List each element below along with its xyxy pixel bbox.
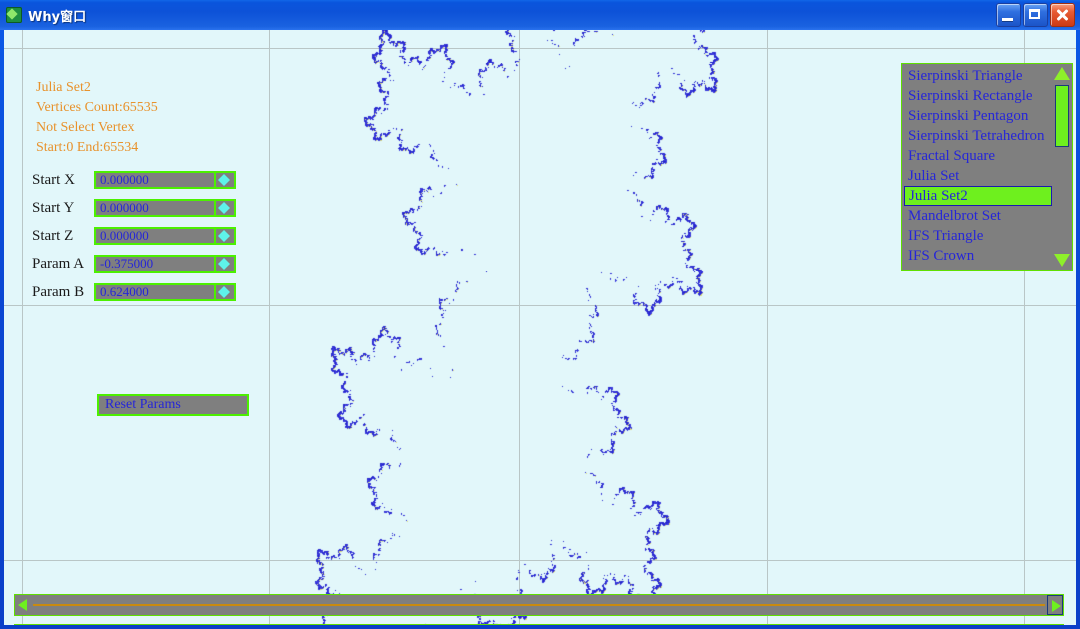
info-line-range: Start:0 End:65534 [36,140,139,155]
param-row-start-x: Start X 0.000000 [32,170,236,190]
parameter-panel: Start X 0.000000 Start Y 0.000000 Start … [32,170,236,310]
window-title: Why窗口 [28,9,87,25]
param-row-param-b: Param B 0.624000 [32,282,236,302]
param-input-start-x[interactable]: 0.000000 [94,171,216,189]
spinner-down-icon[interactable] [218,180,230,186]
close-button[interactable] [1050,3,1075,27]
info-line-fractal-name: Julia Set2 [36,80,91,95]
minimize-button[interactable] [996,3,1021,27]
param-spinner-start-z[interactable] [216,227,236,245]
client-area: Julia Set2 Vertices Count:65535 Not Sele… [4,30,1076,625]
spinner-down-icon[interactable] [218,236,230,242]
param-input-param-a[interactable]: -0.375000 [94,255,216,273]
range-start-right-button[interactable] [1047,595,1063,615]
param-spinner-param-b[interactable] [216,283,236,301]
param-label-start-x: Start X [32,171,75,188]
info-overlay: Julia Set2 Vertices Count:65535 Not Sele… [36,78,158,158]
list-item-sierpinski-triangle[interactable]: Sierpinski Triangle [904,66,1052,86]
param-value-param-a: -0.375000 [100,256,154,271]
arrow-right-icon [1052,600,1061,612]
listbox-scroll-thumb[interactable] [1055,85,1069,147]
range-end-scrollbar[interactable] [14,624,1064,625]
list-item-ifs-triangle[interactable]: IFS Triangle [904,226,1052,246]
reset-params-button[interactable]: Reset Params [97,394,249,416]
list-item-sierpinski-pentagon[interactable]: Sierpinski Pentagon [904,106,1052,126]
list-item-fractal-square[interactable]: Fractal Square [904,146,1052,166]
reset-params-label: Reset Params [105,397,181,412]
param-value-param-b: 0.624000 [100,284,149,299]
maximize-button[interactable] [1023,3,1048,27]
range-start-left-button[interactable] [15,595,31,615]
fractal-type-list: Sierpinski Triangle Sierpinski Rectangle… [904,66,1052,266]
param-row-start-y: Start Y 0.000000 [32,198,236,218]
param-label-param-a: Param A [32,255,85,272]
listbox-scrollbar[interactable] [1053,65,1071,269]
list-item-julia-set2[interactable]: Julia Set2 [904,186,1052,206]
range-start-scrollbar[interactable] [14,594,1064,616]
param-value-start-y: 0.000000 [100,200,149,215]
param-input-param-b[interactable]: 0.624000 [94,283,216,301]
list-item-julia-set[interactable]: Julia Set [904,166,1052,186]
param-value-start-z: 0.000000 [100,228,149,243]
list-item-sierpinski-rectangle[interactable]: Sierpinski Rectangle [904,86,1052,106]
param-input-start-y[interactable]: 0.000000 [94,199,216,217]
info-line-vertices-count: Vertices Count:65535 [36,100,158,115]
minimize-icon [997,4,1020,26]
param-value-start-x: 0.000000 [100,172,149,187]
list-item-ifs-crown[interactable]: IFS Crown [904,246,1052,266]
application-window: Why窗口 Julia Set2 Vertices Count:65535 No… [0,0,1080,629]
param-spinner-param-a[interactable] [216,255,236,273]
arrow-left-icon [18,599,27,611]
list-item-mandelbrot-set[interactable]: Mandelbrot Set [904,206,1052,226]
param-row-start-z: Start Z 0.000000 [32,226,236,246]
app-icon [6,7,22,23]
info-line-selection-status: Not Select Vertex [36,120,135,135]
fractal-type-listbox[interactable]: Sierpinski Triangle Sierpinski Rectangle… [901,63,1073,271]
maximize-icon [1024,4,1047,26]
param-spinner-start-y[interactable] [216,199,236,217]
param-row-param-a: Param A -0.375000 [32,254,236,274]
param-label-start-z: Start Z [32,227,74,244]
param-label-start-y: Start Y [32,199,75,216]
spinner-down-icon[interactable] [218,208,230,214]
title-bar: Why窗口 [0,0,1080,30]
spinner-down-icon[interactable] [218,292,230,298]
param-spinner-start-x[interactable] [216,171,236,189]
window-controls [996,3,1075,27]
range-start-track[interactable] [33,604,1045,606]
list-item-sierpinski-tetrahedron[interactable]: Sierpinski Tetrahedron [904,126,1052,146]
scroll-up-arrow-icon[interactable] [1054,67,1070,80]
scroll-down-arrow-icon[interactable] [1054,254,1070,267]
param-input-start-z[interactable]: 0.000000 [94,227,216,245]
param-label-param-b: Param B [32,283,85,300]
close-icon [1051,4,1074,26]
spinner-down-icon[interactable] [218,264,230,270]
